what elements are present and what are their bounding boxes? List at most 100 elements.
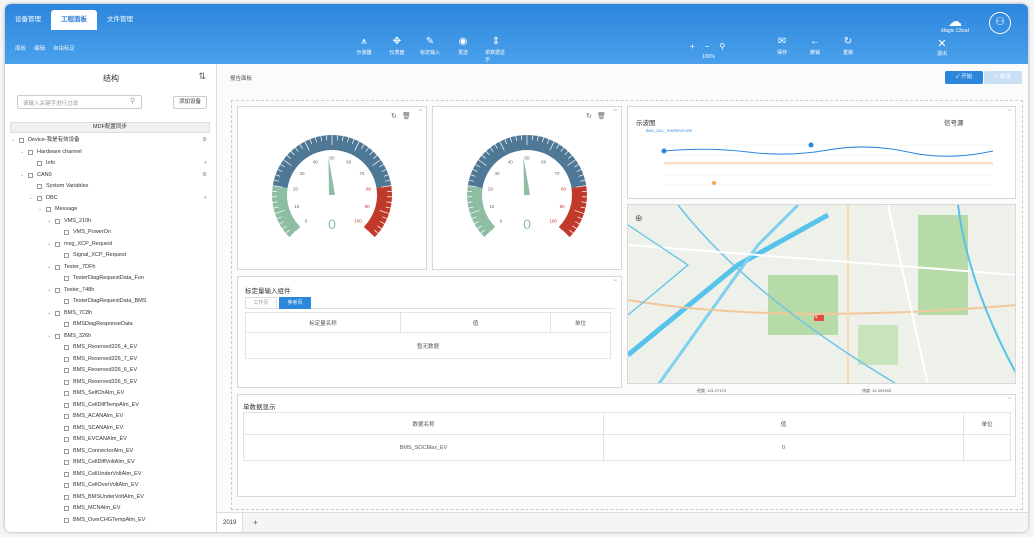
single-data-button[interactable]: ⇕ 单数据显示 (485, 36, 507, 63)
tree-node[interactable]: ⌄ Message (5, 204, 217, 216)
tab-ref-page[interactable]: 参考页 (279, 297, 311, 309)
add-device-button[interactable]: 添加设备 (173, 96, 208, 109)
send-button[interactable]: ◉ 发送 (452, 36, 474, 63)
chevron-down-icon[interactable]: ⌄ (47, 308, 53, 320)
tree-node[interactable]: ⌄ VMS_210h (5, 216, 217, 228)
more-icon[interactable]: ··· (613, 107, 618, 114)
tree-node[interactable]: BMS_CellDiffTempAlm_EV (5, 400, 217, 412)
oscilloscope-panel[interactable]: 示波图 信号源 ··· BMS_CELL_TEMPERATURE (627, 106, 1016, 199)
chevron-down-icon[interactable]: ⌄ (47, 239, 53, 251)
tree-node-label: Tester_748h (64, 286, 95, 293)
save-button[interactable]: ✉ 保存 (771, 36, 793, 56)
search-icon[interactable]: ⚲ (719, 42, 725, 51)
tree-node[interactable]: BMS_ACANAlm_EV (5, 411, 217, 423)
oscilloscope-button[interactable]: ⩚ 示波器 (353, 36, 375, 63)
table-header: 标定量名称 (245, 312, 401, 333)
subtab-panel[interactable]: 面板 (15, 44, 26, 52)
menu-tab-files[interactable]: 文件管理 (97, 10, 143, 30)
chevron-down-icon[interactable]: ⌄ (47, 331, 53, 343)
undo-button[interactable]: ← 撤销 (804, 36, 826, 56)
chevron-down-icon[interactable]: ⌄ (20, 170, 26, 182)
gauge-panel-1[interactable]: ↻ 🗑 ··· 0 10 20 30 40 50 60 70 80 90 100 0 (237, 106, 427, 270)
tree-node[interactable]: System Variables (5, 181, 217, 193)
subtab-calibration[interactable]: 自由标定 (53, 44, 75, 52)
add-page-button[interactable]: + (253, 513, 258, 532)
tree-node[interactable]: ⌄ Hardware channel (5, 147, 217, 159)
tree-node[interactable]: BMS_SelfChAlm_EV (5, 388, 217, 400)
page-tab[interactable]: 2019 (217, 513, 244, 532)
tree-node[interactable]: ⌄ Device-我是有效设备 ⚙ (5, 135, 217, 147)
chevron-down-icon[interactable]: ⌄ (38, 204, 44, 216)
table-row[interactable]: BMS_SOCMax_EV 0 (243, 434, 1011, 461)
chevron-down-icon[interactable]: ⌄ (29, 193, 35, 205)
tree-node[interactable]: TesterDiagRequestData_Fun (5, 273, 217, 285)
delete-icon[interactable]: 🗑 (597, 112, 606, 120)
map-panel[interactable]: 车 ⊕ (627, 204, 1016, 384)
end-button[interactable]: × 结束 (984, 71, 1022, 84)
tree-node[interactable]: BMS_Reserved326_4_EV (5, 342, 217, 354)
tree-node[interactable]: ⌄ BMS_7C8h (5, 308, 217, 320)
chevron-down-icon[interactable]: ⌄ (47, 216, 53, 228)
calib-input-button[interactable]: ✎ 标定输入 (419, 36, 441, 63)
tree-node[interactable]: ⌄ Tester_748h (5, 285, 217, 297)
vehicle-marker[interactable]: 车 (814, 314, 818, 320)
tree-node[interactable]: BMS_ConnectorAlm_EV (5, 446, 217, 458)
menu-tab-devices[interactable]: 设备管理 (5, 10, 51, 30)
tree-node[interactable]: ⌄ BMS_326h (5, 331, 217, 343)
node-icon (64, 379, 69, 385)
add-icon[interactable]: + (204, 193, 207, 205)
add-icon[interactable]: + (204, 158, 207, 170)
node-icon (64, 494, 69, 500)
tree-node[interactable]: ⌄ Tester_7DFh (5, 262, 217, 274)
more-icon[interactable]: ··· (1007, 395, 1012, 402)
chevron-down-icon[interactable]: ⌄ (47, 262, 53, 274)
gauge-panel-2[interactable]: ↻ 🗑 ··· 0 10 20 30 40 50 60 70 80 90 100 0 (432, 106, 622, 270)
exit-button[interactable]: ✕ 退出 (937, 38, 947, 57)
refresh-icon[interactable]: ↻ (586, 112, 592, 120)
tree-node[interactable]: BMS_OverCHGTempAlm_EV (5, 515, 217, 527)
tree-node[interactable]: BMS_BMSUnderVoltAlm_EV (5, 492, 217, 504)
calibration-panel[interactable]: 标定量输入组件 ··· 工作页 参考页 标定量名称值单位 暂无数据 (237, 276, 622, 388)
tree-node[interactable]: BMS_CellDiffVoltAlm_EV (5, 457, 217, 469)
redo-button[interactable]: ↻ 重做 (837, 36, 859, 56)
chevron-down-icon[interactable]: ⌄ (11, 135, 17, 147)
zoom-out-button[interactable]: − (705, 42, 710, 51)
tree-node[interactable]: BMS_SCANAlm_EV (5, 423, 217, 435)
tree-node[interactable]: TesterDiagRequestData_BMS (5, 296, 217, 308)
tree-node[interactable]: BMS_Reserved326_6_EV (5, 365, 217, 377)
tree-node[interactable]: Signal_XCP_Request (5, 250, 217, 262)
more-icon[interactable]: ··· (613, 277, 618, 284)
tab-work-page[interactable]: 工作页 (245, 297, 277, 309)
menu-tab-project[interactable]: 工程面板 (51, 10, 97, 30)
tree-node[interactable]: BMS_Reserved326_7_EV (5, 354, 217, 366)
chevron-down-icon[interactable]: ⌄ (47, 285, 53, 297)
map-canvas[interactable] (628, 205, 1016, 384)
zoom-in-button[interactable]: + (690, 42, 695, 51)
tree-node[interactable]: Info + (5, 158, 217, 170)
tree-node[interactable]: BMSDiagResponseData (5, 319, 217, 331)
gear-icon[interactable]: ⚙ (202, 170, 207, 182)
search-input[interactable]: 请输入关键字进行过滤 (17, 95, 142, 109)
start-button[interactable]: ✓ 开始 (945, 71, 983, 84)
delete-icon[interactable]: 🗑 (402, 112, 411, 120)
gear-icon[interactable]: ⚙ (202, 135, 207, 147)
tree-node[interactable]: BMS_Reserved326_5_EV (5, 377, 217, 389)
tree-node[interactable]: BMS_MCNAlm_EV (5, 503, 217, 515)
chevron-down-icon[interactable]: ⌄ (20, 147, 26, 159)
subtab-edit[interactable]: 编辑 (34, 44, 45, 52)
sort-icon[interactable]: ⇅ (198, 71, 206, 82)
tree-node[interactable]: BMS_CellOverVoltAlm_EV (5, 480, 217, 492)
map-zoom-icon[interactable]: ⊕ (635, 213, 643, 224)
tree-node[interactable]: BMS_EVCANAlm_EV (5, 434, 217, 446)
tree-node[interactable]: VMS_PowerOn (5, 227, 217, 239)
gauge-button[interactable]: ✥ 仪表盘 (386, 36, 408, 63)
tree-node[interactable]: BMS_CellUnderVoltAlm_EV (5, 469, 217, 481)
mdf-sync-button[interactable]: MDF配置同步 (10, 122, 210, 133)
tree-node[interactable]: ⌄ CAN0 ⚙ (5, 170, 217, 182)
more-icon[interactable]: ··· (418, 107, 423, 114)
single-data-panel[interactable]: 单数据显示 ··· 数据名称值单位 BMS_SOCMax_EV 0 (237, 394, 1016, 497)
refresh-icon[interactable]: ↻ (391, 112, 397, 120)
tree-node[interactable]: ⌄ msg_XCP_Request (5, 239, 217, 251)
node-icon (64, 425, 69, 431)
tree-node[interactable]: ⌄ DBC + (5, 193, 217, 205)
